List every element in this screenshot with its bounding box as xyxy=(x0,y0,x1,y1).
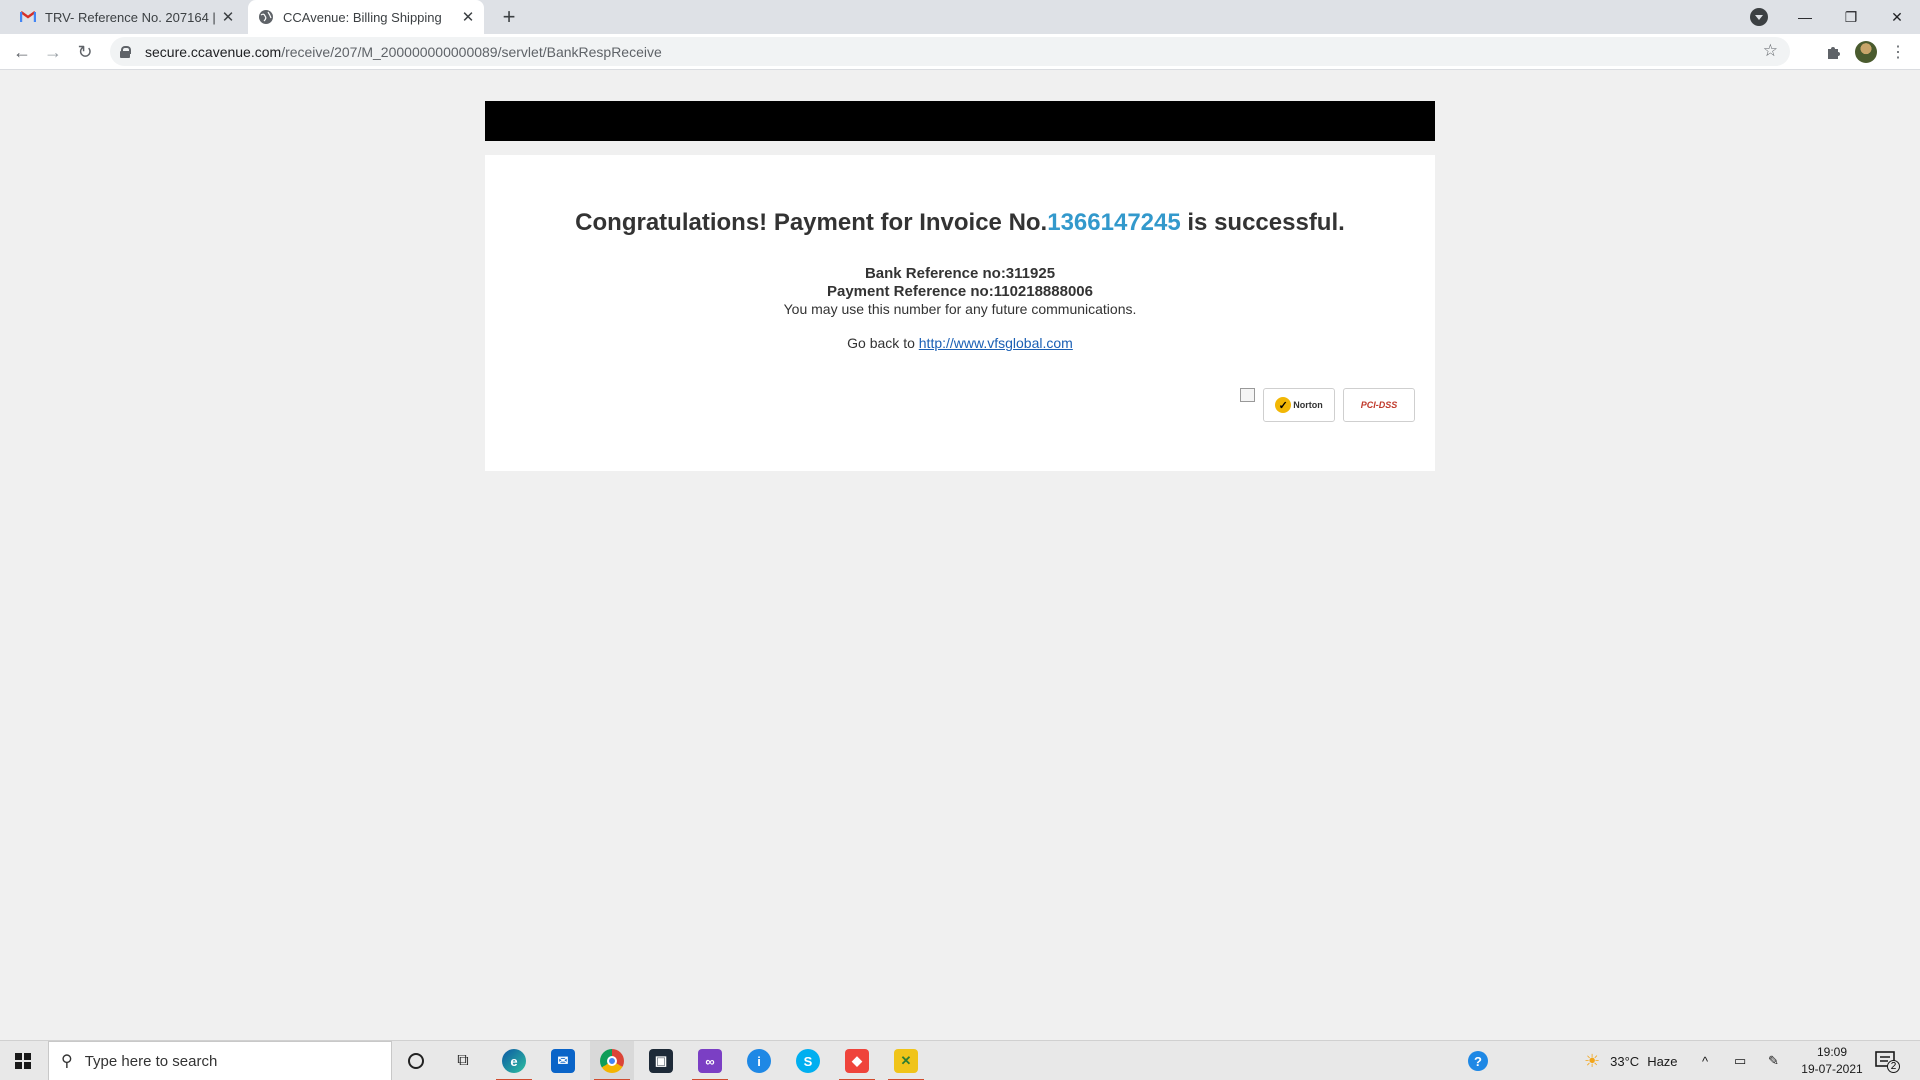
task-view-icon[interactable]: ⧉ xyxy=(441,1041,485,1080)
weather-widget[interactable]: ☀ 33°C Haze xyxy=(1584,1041,1678,1080)
success-headline: Congratulations! Payment for Invoice No.… xyxy=(485,209,1435,237)
close-icon[interactable]: ✕ xyxy=(458,7,478,27)
search-placeholder: Type here to search xyxy=(84,1052,218,1070)
taskbar-clock[interactable]: 19:09 19-07-2021 xyxy=(1796,1044,1868,1078)
tab-search-icon[interactable] xyxy=(1750,8,1768,26)
broken-image-icon xyxy=(1240,388,1255,402)
cortana-icon[interactable] xyxy=(394,1041,438,1080)
tab-strip: TRV- Reference No. 207164 | VFS ✕ CCAven… xyxy=(0,0,1920,34)
invoice-number: 1366147245 xyxy=(1047,209,1181,236)
headline-suffix: is successful. xyxy=(1180,209,1345,236)
browser-toolbar: ← → ↻ secure.ccavenue.com/receive/207/M_… xyxy=(0,34,1920,70)
battery-icon[interactable]: ▭ xyxy=(1734,1041,1746,1080)
clock-date: 19-07-2021 xyxy=(1801,1062,1863,1076)
norton-label: Norton xyxy=(1293,400,1323,410)
norton-badge[interactable]: ✓ Norton xyxy=(1263,388,1335,422)
url-path: /receive/207/M_200000000000089/servlet/B… xyxy=(281,43,662,60)
search-icon: ⚲ xyxy=(61,1053,73,1070)
forward-button[interactable]: → xyxy=(41,40,65,64)
extensions-icon[interactable] xyxy=(1821,40,1845,64)
globe-icon xyxy=(258,9,274,25)
pci-label: PCI-DSS xyxy=(1360,400,1398,410)
pen-icon[interactable]: ✎ xyxy=(1768,1041,1779,1080)
mail-icon[interactable]: ✉ xyxy=(541,1041,585,1080)
chevron-up-icon[interactable]: ^ xyxy=(1702,1041,1708,1080)
app-icon[interactable]: ✕ xyxy=(884,1041,928,1080)
url-text: secure.ccavenue.com/receive/207/M_200000… xyxy=(145,44,662,60)
reference-note: You may use this number for any future c… xyxy=(783,301,1137,317)
windows-taskbar: ⚲ Type here to search ⧉ e ✉ ▣ ∞ i S ◆ ✕ … xyxy=(0,1040,1920,1080)
merchant-header-bar xyxy=(485,101,1435,141)
tab-gmail[interactable]: TRV- Reference No. 207164 | VFS ✕ xyxy=(12,0,244,34)
start-button[interactable] xyxy=(0,1041,46,1080)
gmail-icon xyxy=(20,9,36,25)
minimize-button[interactable]: — xyxy=(1782,0,1828,34)
bookmark-star-icon[interactable]: ☆ xyxy=(1763,41,1778,61)
app-icon[interactable]: ▣ xyxy=(639,1041,683,1080)
go-back-line: Go back to http://www.vfsglobal.com xyxy=(485,335,1435,351)
back-button[interactable]: ← xyxy=(10,40,34,64)
payment-result-card: Congratulations! Payment for Invoice No.… xyxy=(485,155,1435,471)
weather-temp: 33°C xyxy=(1610,1053,1640,1069)
vfsglobal-link[interactable]: http://www.vfsglobal.com xyxy=(919,335,1073,351)
tab-title: CCAvenue: Billing Shipping xyxy=(283,9,442,25)
security-badges: ✓ Norton PCI-DSS xyxy=(1240,388,1415,422)
window-controls: — ❐ ✕ xyxy=(1782,0,1920,34)
anydesk-icon[interactable]: ◆ xyxy=(835,1041,879,1080)
lock-icon[interactable] xyxy=(120,45,131,58)
windows-logo-icon xyxy=(15,1053,31,1069)
tab-title: TRV- Reference No. 207164 | VFS xyxy=(45,9,218,25)
go-back-label: Go back to xyxy=(847,335,919,351)
clock-time: 19:09 xyxy=(1816,1045,1848,1059)
chrome-icon[interactable] xyxy=(590,1041,634,1080)
address-bar[interactable]: secure.ccavenue.com/receive/207/M_200000… xyxy=(110,37,1790,66)
tab-ccavenue[interactable]: CCAvenue: Billing Shipping ✕ xyxy=(248,0,484,34)
new-tab-button[interactable]: + xyxy=(496,4,522,30)
notification-icon[interactable]: 2 xyxy=(1874,1049,1900,1073)
skype-icon[interactable]: S xyxy=(786,1041,830,1080)
restore-button[interactable]: ❐ xyxy=(1828,0,1874,34)
url-host: secure.ccavenue.com xyxy=(145,43,282,60)
pci-dss-badge[interactable]: PCI-DSS xyxy=(1343,388,1415,422)
headline-prefix: Congratulations! Payment for Invoice No. xyxy=(575,209,1048,236)
payment-reference: Payment Reference no:110218888006 xyxy=(826,283,1093,300)
reload-button[interactable]: ↻ xyxy=(73,40,97,64)
weather-condition: Haze xyxy=(1647,1053,1678,1069)
taskbar-search[interactable]: ⚲ Type here to search xyxy=(48,1041,392,1080)
notification-count: 2 xyxy=(1887,1060,1900,1073)
profile-avatar[interactable] xyxy=(1854,40,1878,64)
bank-reference: Bank Reference no:311925 xyxy=(864,265,1056,282)
checkmark-icon: ✓ xyxy=(1275,397,1292,413)
app-icon[interactable]: i xyxy=(737,1041,781,1080)
close-window-button[interactable]: ✕ xyxy=(1874,0,1920,34)
edge-icon[interactable]: e xyxy=(492,1041,536,1080)
weather-icon: ☀ xyxy=(1584,1050,1601,1071)
close-icon[interactable]: ✕ xyxy=(218,7,238,27)
help-icon[interactable]: ? xyxy=(1468,1041,1488,1080)
visual-studio-icon[interactable]: ∞ xyxy=(688,1041,732,1080)
menu-icon[interactable]: ⋮ xyxy=(1886,40,1910,64)
